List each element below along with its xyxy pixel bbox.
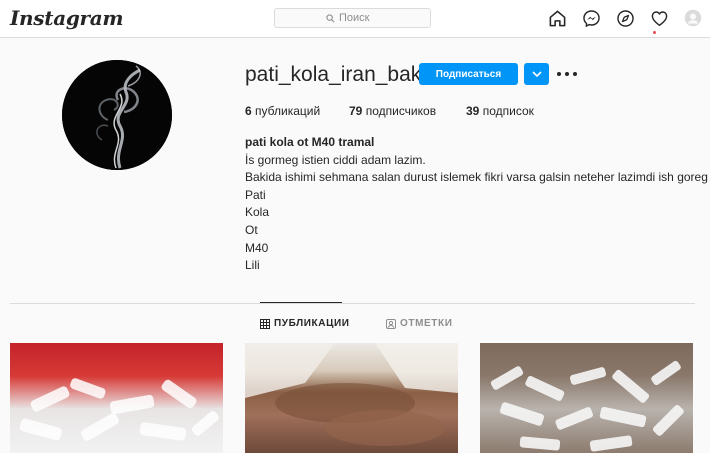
- search-input[interactable]: [339, 12, 379, 24]
- profile-bio: pati kola ot M40 tramal İs gormeg istien…: [245, 134, 708, 275]
- post-thumbnail[interactable]: [245, 343, 458, 453]
- tagged-user-icon: [386, 318, 396, 329]
- more-dot: [573, 72, 577, 76]
- following-label: подписок: [482, 104, 534, 118]
- post-thumbnail[interactable]: [10, 343, 223, 453]
- bio-line: İs gormeg istien ciddi adam lazim.: [245, 152, 426, 167]
- notification-dot: [653, 31, 656, 34]
- more-dot: [557, 72, 561, 76]
- tab-posts-label: ПУБЛИКАЦИИ: [274, 318, 350, 329]
- grid-icon: [260, 318, 270, 329]
- messenger-icon[interactable]: [581, 8, 601, 28]
- activity-heart-icon[interactable]: [649, 8, 669, 28]
- post-thumbnail[interactable]: [480, 343, 693, 453]
- tab-posts[interactable]: ПУБЛИКАЦИИ: [260, 318, 350, 329]
- tab-tagged[interactable]: ОТМЕТКИ: [386, 318, 453, 329]
- more-dot: [565, 72, 569, 76]
- bio-line: Ot: [245, 222, 258, 237]
- active-tab-indicator: [260, 302, 342, 303]
- suggestions-dropdown-button[interactable]: [524, 63, 549, 85]
- bio-line: Pati: [245, 187, 266, 202]
- followers-stat[interactable]: 79 подписчиков: [349, 104, 436, 118]
- posts-stat: 6 публикаций: [245, 104, 320, 118]
- posts-label: публикаций: [255, 104, 321, 118]
- following-stat[interactable]: 39 подписок: [466, 104, 534, 118]
- bio-line: M40: [245, 240, 269, 255]
- followers-count: 79: [349, 104, 363, 118]
- tab-tagged-label: ОТМЕТКИ: [400, 318, 453, 329]
- bio-line: Kola: [245, 205, 270, 220]
- follow-button[interactable]: Подписаться: [419, 63, 518, 85]
- top-navigation-bar: Instagram: [0, 0, 710, 38]
- tabs-divider: [10, 303, 695, 304]
- instagram-logo[interactable]: Instagram: [10, 6, 124, 30]
- search-box[interactable]: [274, 8, 431, 28]
- posts-count: 6: [245, 104, 252, 118]
- explore-icon[interactable]: [615, 8, 635, 28]
- more-options-button[interactable]: [557, 68, 577, 80]
- home-icon[interactable]: [547, 8, 567, 28]
- following-count: 39: [466, 104, 480, 118]
- bio-line: Lili: [245, 258, 260, 273]
- profile-username: pati_kola_iran_baki: [245, 63, 426, 86]
- search-icon: [326, 13, 335, 22]
- nav-icons: [547, 8, 703, 28]
- followers-label: подписчиков: [365, 104, 437, 118]
- bio-line: Bakida ishimi sehmana salan durust islem…: [245, 170, 708, 185]
- bio-full-name: pati kola ot M40 tramal: [245, 135, 375, 149]
- chevron-down-icon: [531, 71, 542, 77]
- profile-avatar-icon[interactable]: [683, 8, 703, 28]
- profile-avatar[interactable]: [62, 60, 172, 170]
